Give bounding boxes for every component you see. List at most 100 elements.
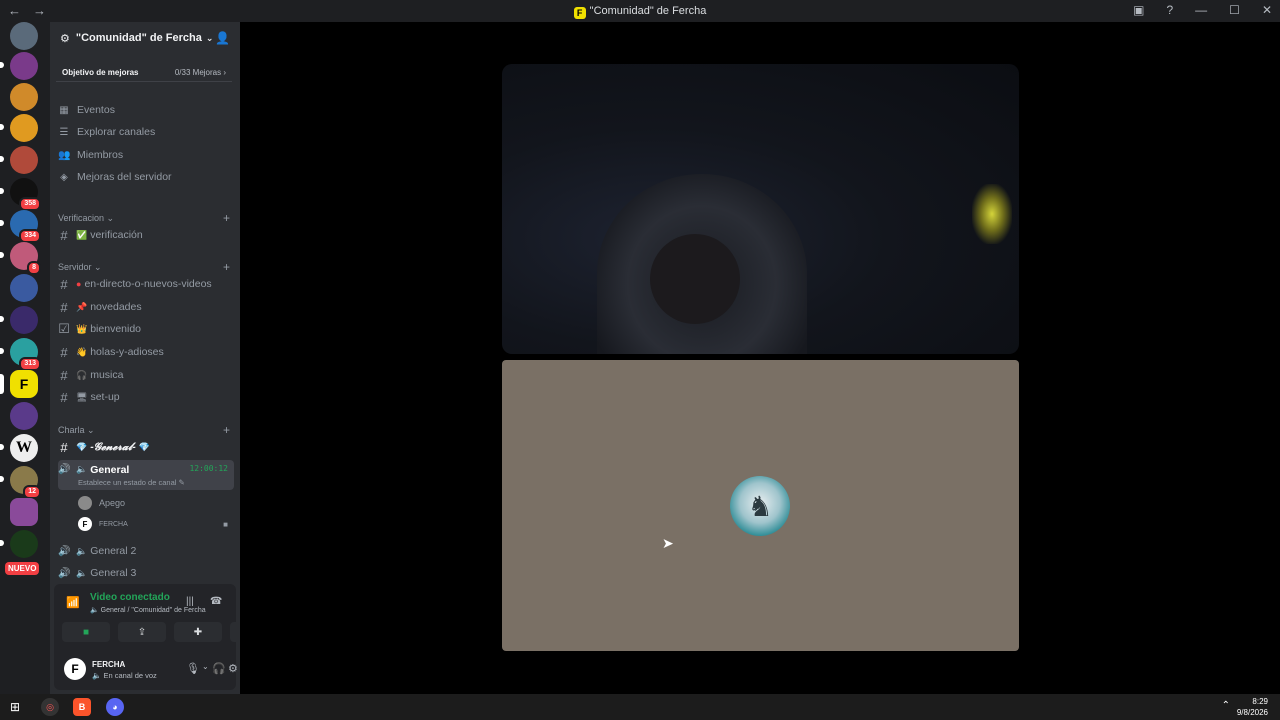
unread-pill bbox=[0, 124, 4, 130]
unread-pill bbox=[0, 444, 4, 450]
video-feed-lamp bbox=[972, 184, 1012, 244]
channel-novedades[interactable]: # 📌 novedades bbox=[58, 297, 234, 317]
channel-bienvenido[interactable]: ☑ 👑 bienvenido bbox=[58, 319, 234, 339]
menu-events[interactable]: ▦ Eventos bbox=[58, 100, 234, 120]
signal-icon[interactable]: 📶 bbox=[66, 596, 80, 609]
add-channel-icon[interactable]: + bbox=[223, 260, 230, 274]
add-channel-icon[interactable]: + bbox=[223, 211, 230, 225]
add-channel-icon[interactable]: + bbox=[223, 423, 230, 437]
mention-badge: 334 bbox=[19, 229, 41, 243]
window-controls: ▣ ? — ☐ ✕ bbox=[1133, 3, 1272, 17]
channel-holas[interactable]: # 👋 holas-y-adioses bbox=[58, 342, 234, 362]
boost-progress: 0/33 Mejoras › bbox=[174, 68, 226, 77]
channel-general3[interactable]: 🔊 🔈 General 3 bbox=[58, 563, 234, 583]
maximize-button[interactable]: ☐ bbox=[1229, 3, 1240, 17]
minimize-button[interactable]: — bbox=[1195, 3, 1207, 17]
channel-status[interactable]: Establece un estado de canal ✎ bbox=[78, 478, 185, 487]
app-icon[interactable]: ◎ bbox=[41, 698, 59, 716]
category-verificacion[interactable]: Verificacion ⌄ + bbox=[58, 211, 234, 225]
menu-browse-channels[interactable]: ☰ Explorar canales bbox=[58, 122, 234, 142]
channel-verificacion[interactable]: # ✅ verificación bbox=[58, 225, 234, 245]
camera-button[interactable]: ■ bbox=[62, 622, 110, 642]
inbox-icon[interactable]: ▣ bbox=[1133, 3, 1144, 17]
noise-suppression-icon[interactable]: ||| bbox=[186, 596, 194, 607]
server-icon[interactable] bbox=[10, 274, 38, 302]
speaker-emoji: 🔈 bbox=[76, 545, 88, 556]
chevron-down-icon[interactable]: ⌄ bbox=[202, 662, 209, 671]
server-icon[interactable] bbox=[10, 306, 38, 334]
server-icon[interactable] bbox=[10, 146, 38, 174]
category-charla[interactable]: Charla ⌄ + bbox=[58, 423, 234, 437]
channel-directo[interactable]: # ● en-directo-o-nuevos-videos bbox=[58, 274, 234, 294]
disconnect-icon[interactable]: ☎ bbox=[210, 596, 222, 607]
server-icon[interactable] bbox=[10, 530, 38, 558]
menu-server-boost[interactable]: ◈ Mejoras del servidor bbox=[58, 167, 234, 187]
category-servidor[interactable]: Servidor ⌄ + bbox=[58, 260, 234, 274]
server-icon[interactable]: 358 bbox=[10, 178, 41, 211]
user-panel: F FERCHA 🔈 En canal de voz 🎙 ⌄ 🎧 ⚙ bbox=[62, 654, 238, 684]
microphone-icon[interactable]: 🎙 bbox=[186, 662, 200, 675]
channel-musica[interactable]: # 🎧 musica bbox=[58, 365, 234, 385]
server-icon[interactable] bbox=[10, 114, 38, 142]
server-icon[interactable] bbox=[10, 52, 38, 80]
text-channel-icon: # bbox=[60, 227, 68, 243]
server-icon[interactable] bbox=[10, 22, 38, 50]
video-tile-camera[interactable] bbox=[502, 64, 1019, 354]
user-name: FERCHA bbox=[92, 660, 126, 669]
mention-badge: 12 bbox=[23, 485, 41, 499]
camera-icon: ■ bbox=[223, 519, 228, 529]
server-icon-fercha[interactable]: F bbox=[10, 370, 38, 398]
server-icon[interactable]: 8 bbox=[10, 242, 41, 275]
pin-emoji: 📌 bbox=[76, 301, 88, 312]
channel-general-text[interactable]: # 💎 -𝓖𝓮𝓷𝓮𝓻𝓪𝓵- 💎 bbox=[58, 437, 234, 457]
channel-general2[interactable]: 🔊 🔈 General 2 bbox=[58, 541, 234, 561]
server-icon-w[interactable]: W bbox=[10, 434, 38, 462]
server-settings-icon: ⚙ bbox=[60, 32, 70, 45]
server-icon[interactable] bbox=[10, 83, 38, 111]
text-channel-icon: # bbox=[60, 439, 68, 455]
voice-user-fercha[interactable]: F FERCHA ■ bbox=[78, 515, 228, 533]
menu-members[interactable]: 👥 Miembros bbox=[58, 145, 234, 165]
server-icon[interactable]: 313 bbox=[10, 338, 41, 371]
diamond-emoji: 💎 bbox=[138, 441, 150, 452]
user-avatar[interactable]: F bbox=[64, 658, 86, 680]
server-icon[interactable] bbox=[10, 402, 38, 430]
system-clock[interactable]: 8:29 9/8/2026 bbox=[1237, 696, 1268, 718]
mention-badge: 8 bbox=[27, 261, 41, 275]
close-button[interactable]: ✕ bbox=[1262, 3, 1272, 17]
participant-avatar: ♞ bbox=[730, 476, 790, 536]
voice-active-icon: 🔊 bbox=[58, 464, 71, 475]
discord-icon[interactable]: ◕ bbox=[106, 698, 124, 716]
unread-pill bbox=[0, 316, 4, 322]
headphones-icon[interactable]: 🎧 bbox=[212, 662, 226, 675]
voice-user-apego[interactable]: Apego bbox=[78, 494, 228, 512]
server-header[interactable]: ⚙ "Comunidad" de Fercha ⌄ 👤 bbox=[50, 22, 240, 54]
screen-share-button[interactable]: ⇪ bbox=[118, 622, 166, 642]
chevron-up-icon[interactable]: ⌃ bbox=[1222, 700, 1230, 711]
rules-channel-icon: ☑ bbox=[58, 321, 70, 336]
help-icon[interactable]: ? bbox=[1166, 3, 1173, 17]
text-channel-icon: # bbox=[60, 367, 68, 383]
voice-location[interactable]: 🔈 General / "Comunidad" de Fercha bbox=[90, 606, 206, 614]
unread-pill bbox=[0, 62, 4, 68]
channel-setup[interactable]: # 🖥 set-up bbox=[58, 387, 234, 407]
avatar bbox=[78, 496, 92, 510]
channel-general-voice[interactable]: 🔊 🔈 General 12:00:12 Establece un estado… bbox=[58, 460, 234, 490]
settings-gear-icon[interactable]: ⚙ bbox=[228, 662, 238, 675]
computer-emoji: 🖥 bbox=[76, 391, 88, 402]
windows-start-icon[interactable]: ⊞ bbox=[10, 700, 20, 714]
server-icon[interactable]: 334 bbox=[10, 210, 41, 243]
server-icon[interactable]: 12 bbox=[10, 466, 41, 499]
boost-goal[interactable]: Objetivo de mejoras 0/33 Mejoras › bbox=[56, 64, 232, 82]
speaker-emoji: 🔈 bbox=[76, 567, 88, 578]
brave-browser-icon[interactable]: B bbox=[73, 698, 91, 716]
activities-button[interactable]: ✚ bbox=[174, 622, 222, 642]
server-icon[interactable] bbox=[10, 498, 38, 526]
red-circle-emoji: ● bbox=[76, 279, 82, 289]
video-feed-face bbox=[650, 234, 740, 324]
video-stage: ♞ ➤ bbox=[240, 22, 1280, 694]
members-icon: 👥 bbox=[58, 149, 71, 161]
add-member-icon[interactable]: 👤 bbox=[215, 31, 230, 45]
video-tile-avatar[interactable]: ♞ bbox=[502, 360, 1019, 651]
calendar-icon: ▦ bbox=[59, 104, 69, 116]
